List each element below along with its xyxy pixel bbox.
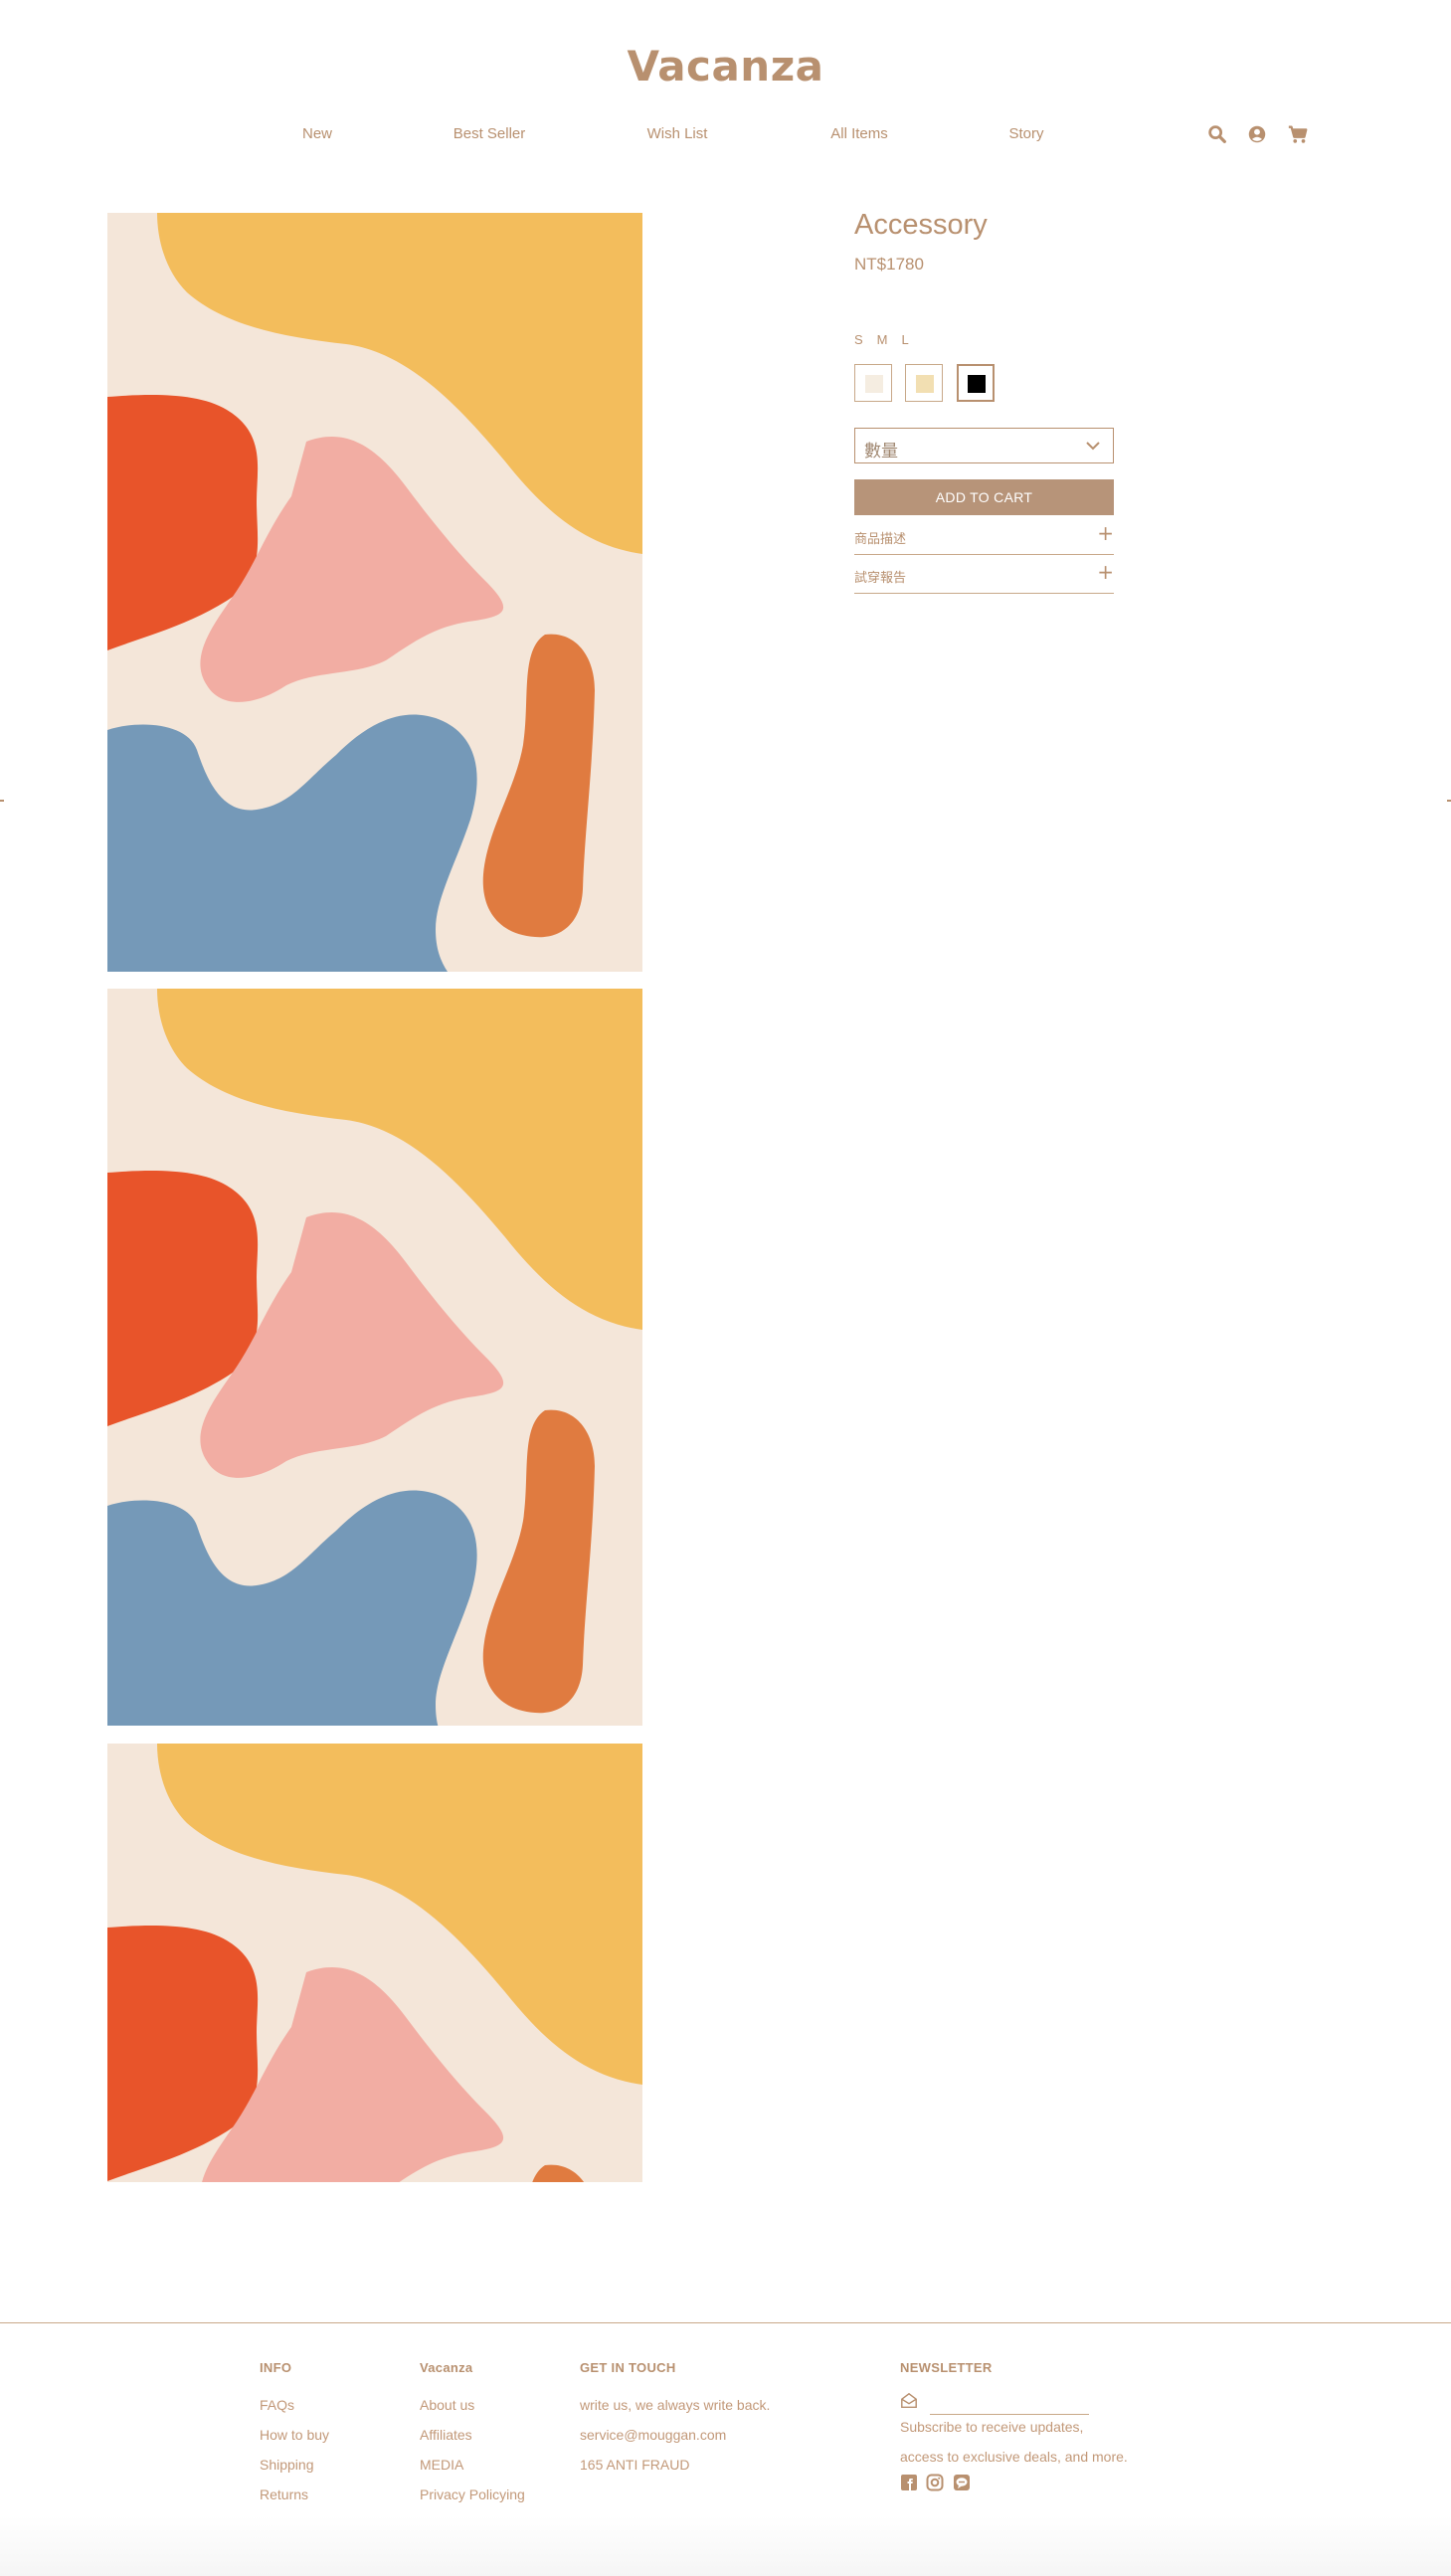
- footer-heading: INFO: [260, 2360, 292, 2375]
- footer-heading: GET IN TOUCH: [580, 2360, 676, 2375]
- carousel-prev-marker[interactable]: [0, 800, 4, 802]
- accordion-fitting-report[interactable]: 試穿報告 +: [854, 556, 1114, 594]
- newsletter-text-line-1: Subscribe to receive updates,: [900, 2419, 1084, 2435]
- facebook-icon[interactable]: [900, 2474, 918, 2491]
- quantity-placeholder: 數量: [864, 442, 898, 460]
- main-nav: New Best Seller Wish List All Items Stor…: [0, 125, 1451, 145]
- anti-fraud-link[interactable]: 165 ANTI FRAUD: [580, 2450, 770, 2480]
- size-options: SML: [854, 332, 923, 347]
- product-image-3[interactable]: [107, 1744, 642, 2182]
- add-to-cart-button[interactable]: ADD TO CART: [854, 479, 1114, 515]
- mail-icon: [900, 2392, 918, 2410]
- footer-newsletter-column: NEWSLETTER Subscribe to receive updates,…: [900, 2360, 1128, 2493]
- chevron-down-icon: [1085, 439, 1101, 453]
- nav-item-new[interactable]: New: [302, 125, 332, 142]
- color-swatch-fill: [865, 375, 883, 393]
- accordion-label: 商品描述: [854, 531, 907, 546]
- nav-item-best-seller[interactable]: Best Seller: [453, 125, 526, 142]
- footer-link-faqs[interactable]: FAQs: [260, 2390, 329, 2420]
- bottom-bar-shadow: [0, 2516, 1451, 2576]
- size-option-m[interactable]: M: [877, 332, 888, 347]
- footer-divider: [0, 2322, 1451, 2323]
- plus-icon: +: [1097, 521, 1114, 545]
- abstract-art-image: [107, 989, 642, 1726]
- color-swatch-fill: [968, 375, 986, 393]
- quantity-select[interactable]: 數量: [854, 428, 1114, 463]
- site-logo[interactable]: Vacanza: [0, 42, 1451, 91]
- size-option-l[interactable]: L: [902, 332, 909, 347]
- line-icon[interactable]: [953, 2474, 971, 2491]
- nav-item-wish-list[interactable]: Wish List: [647, 125, 708, 142]
- search-icon[interactable]: [1206, 123, 1228, 145]
- size-option-s[interactable]: S: [854, 332, 863, 347]
- footer-link-how-to-buy[interactable]: How to buy: [260, 2420, 329, 2450]
- product-price: NT$1780: [854, 255, 924, 274]
- footer-contact-column: GET IN TOUCH write us, we always write b…: [580, 2360, 770, 2480]
- contact-tagline: write us, we always write back.: [580, 2397, 771, 2413]
- abstract-art-image: [107, 1744, 642, 2182]
- footer-info-column: INFO FAQs How to buy Shipping Returns: [260, 2360, 329, 2509]
- accordion-label: 試穿報告: [854, 570, 907, 585]
- contact-email-link[interactable]: service@mouggan.com: [580, 2420, 770, 2450]
- footer-link-privacy[interactable]: Privacy Policying: [420, 2480, 525, 2509]
- color-swatch-fill: [916, 375, 934, 393]
- carousel-next-marker[interactable]: [1447, 800, 1451, 802]
- color-swatch-black[interactable]: [957, 364, 995, 402]
- footer-link-affiliates[interactable]: Affiliates: [420, 2420, 525, 2450]
- product-title: Accessory: [854, 209, 988, 241]
- footer-heading: Vacanza: [420, 2360, 473, 2375]
- color-swatch-beige[interactable]: [905, 364, 943, 402]
- product-image-1[interactable]: [107, 213, 642, 972]
- plus-icon: +: [1097, 560, 1114, 584]
- color-swatch-cream[interactable]: [854, 364, 892, 402]
- footer-link-returns[interactable]: Returns: [260, 2480, 329, 2509]
- user-icon[interactable]: [1246, 123, 1268, 145]
- footer-link-about-us[interactable]: About us: [420, 2390, 525, 2420]
- instagram-icon[interactable]: [926, 2474, 944, 2491]
- footer-link-media[interactable]: MEDIA: [420, 2450, 525, 2480]
- cart-icon[interactable]: [1287, 123, 1309, 145]
- newsletter-text-line-2: access to exclusive deals, and more.: [900, 2449, 1128, 2465]
- newsletter-form: [900, 2390, 1128, 2415]
- social-icons: [900, 2474, 1128, 2493]
- nav-item-all-items[interactable]: All Items: [830, 125, 888, 142]
- newsletter-email-input[interactable]: [930, 2400, 1089, 2415]
- abstract-art-image: [107, 213, 642, 972]
- footer-link-shipping[interactable]: Shipping: [260, 2450, 329, 2480]
- footer-heading: NEWSLETTER: [900, 2360, 993, 2375]
- footer-brand-column: Vacanza About us Affiliates MEDIA Privac…: [420, 2360, 525, 2509]
- accordion-description[interactable]: 商品描述 +: [854, 517, 1114, 555]
- product-image-2[interactable]: [107, 989, 642, 1726]
- nav-item-story[interactable]: Story: [1008, 125, 1043, 142]
